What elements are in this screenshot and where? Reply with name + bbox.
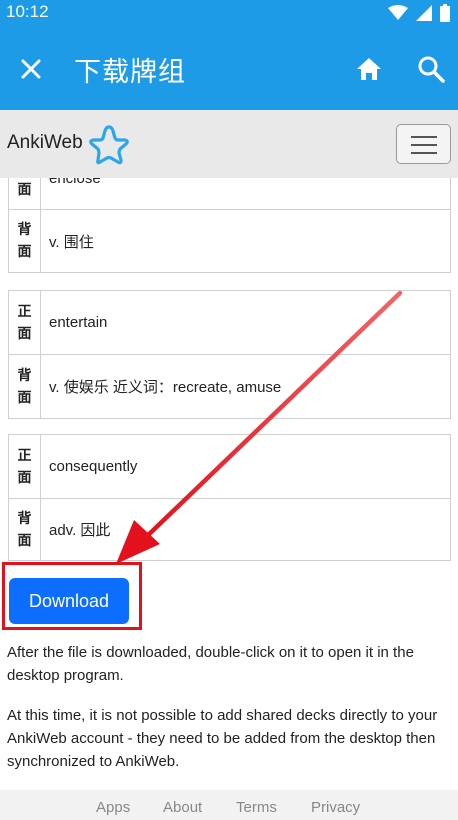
home-button[interactable] bbox=[354, 54, 384, 84]
back-value: adv. 因此 bbox=[40, 498, 451, 561]
card-front-row: 正 面 consequently bbox=[8, 434, 451, 499]
front-value: enclose bbox=[40, 178, 451, 210]
status-bar: 10:12 bbox=[0, 0, 458, 26]
back-value: v. 使娱乐 近义词：recreate, amuse bbox=[40, 354, 451, 419]
menu-button[interactable] bbox=[396, 124, 451, 164]
card-table: 正 面 entertain 背 面 v. 使娱乐 近义词：recreate, a… bbox=[8, 290, 451, 419]
ankiweb-star-logo bbox=[89, 125, 129, 165]
card-back-row: 背 面 v. 使娱乐 近义词：recreate, amuse bbox=[8, 354, 451, 419]
card-back-row: 背 面 v. 围住 bbox=[8, 209, 451, 273]
hamburger-line bbox=[411, 136, 437, 138]
front-label: 正 面 bbox=[8, 434, 41, 499]
hamburger-line bbox=[411, 144, 437, 146]
status-icons bbox=[388, 4, 450, 22]
search-button[interactable] bbox=[416, 54, 446, 84]
page-content[interactable]: 正 面 enclose 背 面 v. 围住 正 面 entertain 背 面 … bbox=[0, 178, 458, 790]
back-label: 背 面 bbox=[8, 354, 41, 419]
back-label: 背 面 bbox=[8, 209, 41, 273]
app-title: 下载牌组 bbox=[74, 57, 186, 88]
download-instructions: After the file is downloaded, double-cli… bbox=[7, 644, 414, 684]
card-table: 正 面 consequently 背 面 adv. 因此 bbox=[8, 434, 451, 561]
front-label: 正 面 bbox=[8, 178, 41, 210]
close-button[interactable] bbox=[16, 54, 46, 84]
close-icon bbox=[21, 59, 41, 79]
back-label: 背 面 bbox=[8, 498, 41, 561]
signal-icon bbox=[416, 5, 432, 21]
front-value: consequently bbox=[40, 434, 451, 499]
brand-name[interactable]: AnkiWeb bbox=[7, 132, 83, 154]
card-front-row: 正 面 entertain bbox=[8, 290, 451, 355]
battery-icon bbox=[440, 4, 450, 22]
wifi-icon bbox=[388, 5, 408, 20]
card-front-row: 正 面 enclose bbox=[8, 178, 451, 210]
search-icon bbox=[418, 56, 445, 83]
footer-link-about[interactable]: About bbox=[163, 799, 202, 816]
home-icon bbox=[357, 58, 381, 80]
sync-note: At this time, it is not possible to add … bbox=[7, 707, 438, 770]
front-value: entertain bbox=[40, 290, 451, 355]
card-back-row: 背 面 adv. 因此 bbox=[8, 498, 451, 561]
hamburger-line bbox=[411, 152, 437, 154]
download-button[interactable]: Download bbox=[9, 578, 129, 624]
download-highlight-box: Download bbox=[2, 562, 142, 630]
card-table: 正 面 enclose 背 面 v. 围住 bbox=[8, 178, 451, 273]
back-value: v. 围住 bbox=[40, 209, 451, 273]
footer-link-privacy[interactable]: Privacy bbox=[311, 799, 360, 816]
footer: Apps About Terms Privacy bbox=[0, 790, 458, 820]
footer-link-apps[interactable]: Apps bbox=[96, 799, 130, 816]
front-label: 正 面 bbox=[8, 290, 41, 355]
status-time: 10:12 bbox=[6, 2, 49, 21]
footer-link-terms[interactable]: Terms bbox=[236, 799, 277, 816]
app-bar: 下载牌组 bbox=[0, 26, 458, 110]
web-header: AnkiWeb bbox=[0, 110, 458, 178]
